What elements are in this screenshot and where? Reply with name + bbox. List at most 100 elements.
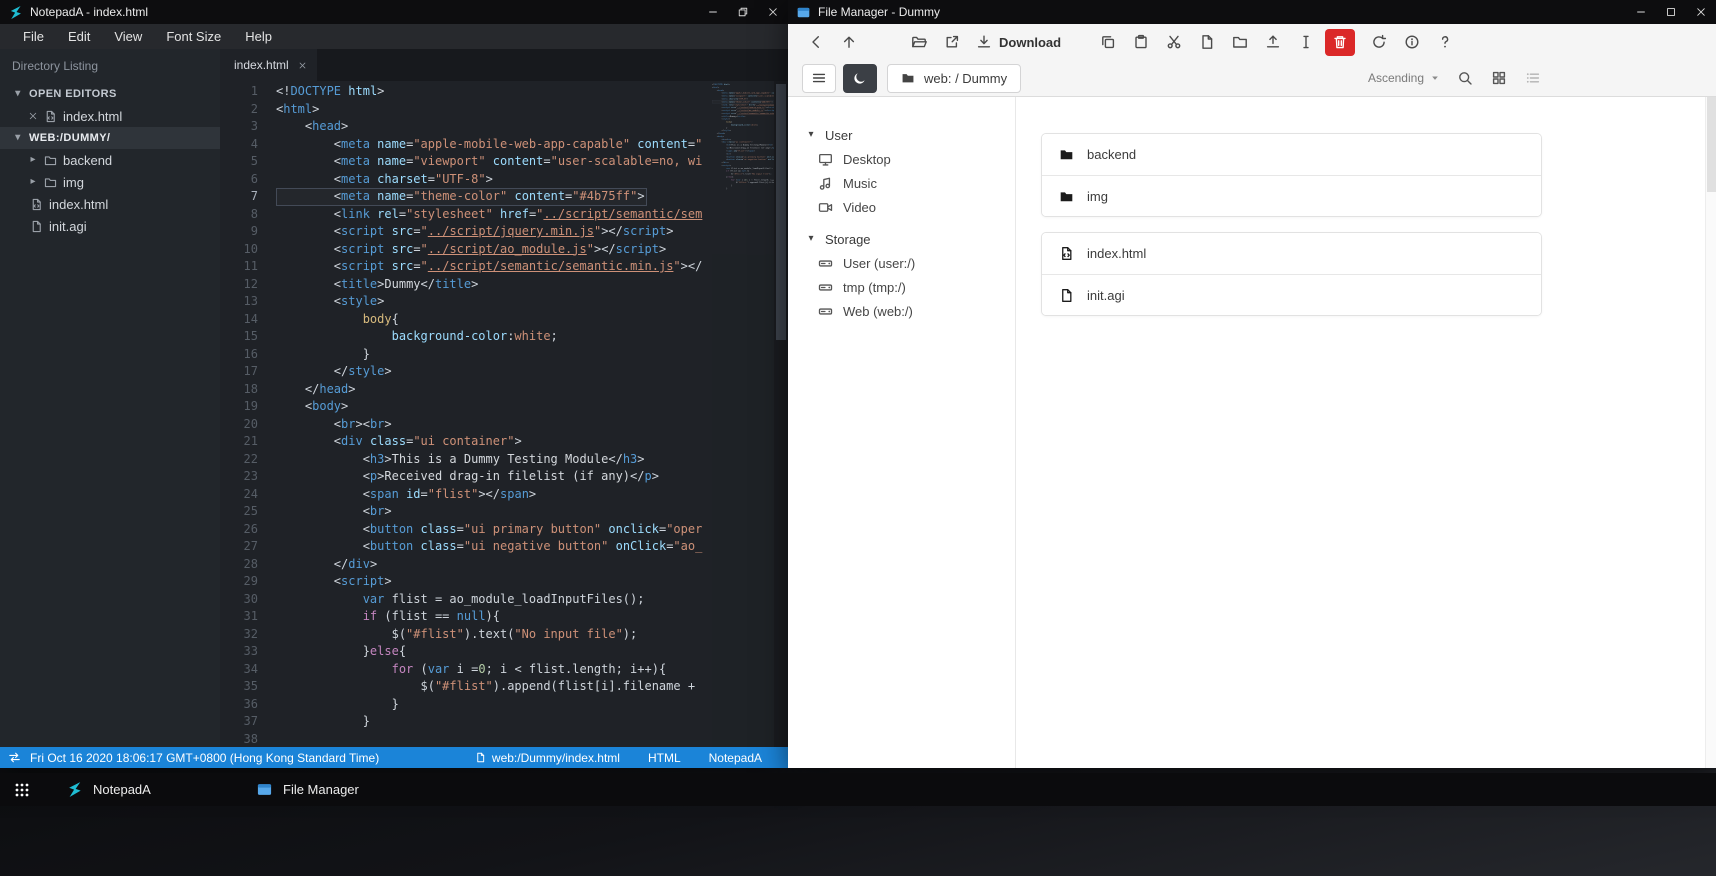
code-line[interactable]: <head>	[276, 118, 712, 136]
breadcrumb[interactable]: web: / Dummy	[887, 63, 1022, 93]
delete-button[interactable]	[1325, 28, 1356, 56]
info-button[interactable]	[1398, 28, 1426, 56]
open-in-new-button[interactable]	[938, 28, 966, 56]
code-line[interactable]: background-color:white;	[276, 328, 712, 346]
sidebar-item-user-user-[interactable]: User (user:/)	[788, 251, 1015, 275]
help-button[interactable]	[1431, 28, 1459, 56]
grid-view-button[interactable]	[1491, 70, 1508, 87]
open-editor-item[interactable]: index.html	[0, 105, 220, 127]
minimize-button[interactable]	[698, 0, 728, 24]
search-button[interactable]	[1457, 70, 1474, 87]
new-file-button[interactable]	[1193, 28, 1221, 56]
taskbar-item-file-manager[interactable]: File Manager	[244, 773, 424, 806]
code-line[interactable]: <link rel="stylesheet" href="../script/s…	[276, 206, 712, 224]
menu-font-size[interactable]: Font Size	[155, 26, 232, 47]
tab-close-icon[interactable]	[298, 61, 307, 70]
file-row-index-html[interactable]: index.html	[1042, 233, 1541, 274]
code-line[interactable]: <meta name="apple-mobile-web-app-capable…	[276, 136, 712, 154]
upload-button[interactable]	[1259, 28, 1287, 56]
code-area[interactable]: 1 2 3 4 5 6 7 8 9 10 11 12 13 14 15 16 17 18 19 20 21 22 23 24 2…	[220, 81, 788, 747]
sort-dropdown[interactable]: Ascending	[1368, 71, 1440, 85]
list-view-button[interactable]	[1525, 70, 1542, 87]
rename-button[interactable]	[1292, 28, 1320, 56]
scrollbar-thumb[interactable]	[776, 84, 786, 340]
code-line[interactable]: }	[276, 696, 712, 714]
editor-scrollbar[interactable]	[774, 81, 788, 747]
download-button[interactable]: Download	[971, 28, 1066, 56]
code-line[interactable]	[276, 731, 712, 748]
code-line[interactable]: <button class="ui negative button" onCli…	[276, 538, 712, 556]
code-line[interactable]: <script>	[276, 573, 712, 591]
tree-item-init-agi[interactable]: init.agi	[0, 215, 220, 237]
code-line[interactable]: }	[276, 346, 712, 364]
statusbar-filepath[interactable]: web:/Dummy/index.html	[475, 751, 620, 765]
file-row-img[interactable]: img	[1042, 175, 1541, 216]
code-line[interactable]: <html>	[276, 101, 712, 119]
code-line[interactable]: $("#flist").text("No input file");	[276, 626, 712, 644]
code-line[interactable]: if (flist == null){	[276, 608, 712, 626]
code-line[interactable]: <script src="../script/semantic/semantic…	[276, 258, 712, 276]
maximize-button[interactable]	[1656, 0, 1686, 24]
code-line[interactable]: <br><br>	[276, 416, 712, 434]
paste-button[interactable]	[1127, 28, 1155, 56]
code-line[interactable]: <h3>This is a Dummy Testing Module</h3>	[276, 451, 712, 469]
code-line[interactable]: <button class="ui primary button" onclic…	[276, 521, 712, 539]
code-line[interactable]: <!DOCTYPE html>	[276, 83, 712, 101]
menu-help[interactable]: Help	[234, 26, 283, 47]
code-line[interactable]: <title>Dummy</title>	[276, 276, 712, 294]
code-line[interactable]: </head>	[276, 381, 712, 399]
close-button[interactable]	[1686, 0, 1716, 24]
minimap[interactable]: <!DOCTYPE html> <html> <head> <meta name=…	[712, 83, 774, 747]
sidebar-item-desktop[interactable]: Desktop	[788, 147, 1015, 171]
code-line[interactable]: <br>	[276, 503, 712, 521]
copy-button[interactable]	[1094, 28, 1122, 56]
statusbar-language[interactable]: HTML	[648, 751, 681, 765]
sidebar-section-user[interactable]: ▾ User	[788, 123, 1015, 147]
code-line[interactable]: <div class="ui container">	[276, 433, 712, 451]
code-line[interactable]	[712, 190, 774, 193]
file-row-backend[interactable]: backend	[1042, 134, 1541, 175]
file-row-init-agi[interactable]: init.agi	[1042, 274, 1541, 315]
sidebar-section-storage[interactable]: ▾ Storage	[788, 227, 1015, 251]
code-line[interactable]: var flist = ao_module_loadInputFiles();	[276, 591, 712, 609]
filemanager-titlebar[interactable]: File Manager - Dummy	[788, 0, 1716, 24]
code-line[interactable]: <meta name="theme-color" content="#4b75f…	[276, 188, 647, 206]
refresh-button[interactable]	[1365, 28, 1393, 56]
code-line[interactable]: $("#flist").append(flist[i].filename +	[276, 678, 712, 696]
code-line[interactable]: <meta name="viewport" content="user-scal…	[276, 153, 712, 171]
code-content[interactable]: <!DOCTYPE html> <html> <head> <meta name=…	[276, 83, 712, 747]
code-line[interactable]: for (var i =0; i < flist.length; i++){	[276, 661, 712, 679]
sidebar-item-web-web-[interactable]: Web (web:/)	[788, 299, 1015, 323]
menu-button[interactable]	[802, 63, 836, 93]
code-line[interactable]: <script src="../script/jquery.min.js"></…	[276, 223, 712, 241]
open-editors-header[interactable]: ▾ OPEN EDITORS	[0, 83, 220, 105]
code-line[interactable]: <body>	[276, 398, 712, 416]
code-line[interactable]: }	[276, 713, 712, 731]
tree-item-backend[interactable]: ▸ backend	[0, 149, 220, 171]
code-line[interactable]: <span id="flist"></span>	[276, 486, 712, 504]
minimize-button[interactable]	[1626, 0, 1656, 24]
new-folder-button[interactable]	[1226, 28, 1254, 56]
tree-item-img[interactable]: ▸ img	[0, 171, 220, 193]
scrollbar-thumb[interactable]	[1707, 97, 1716, 192]
tree-item-index-html[interactable]: index.html	[0, 193, 220, 215]
menu-file[interactable]: File	[12, 26, 55, 47]
filemanager-scrollbar[interactable]	[1705, 97, 1716, 768]
workspace-header[interactable]: ▾ WEB:/DUMMY/	[0, 127, 220, 149]
sync-icon[interactable]	[8, 751, 21, 764]
code-line[interactable]: <script src="../script/ao_module.js"></s…	[276, 241, 712, 259]
tab-index-html[interactable]: index.html	[220, 49, 317, 81]
taskbar-item-notepada[interactable]: NotepadA	[54, 773, 234, 806]
theme-toggle-button[interactable]	[843, 63, 877, 93]
code-line[interactable]: <p>Received drag-in filelist (if any)</p…	[276, 468, 712, 486]
back-button[interactable]	[802, 28, 830, 56]
code-line[interactable]: <style>	[276, 293, 712, 311]
up-button[interactable]	[835, 28, 863, 56]
menu-view[interactable]: View	[103, 26, 153, 47]
notepada-titlebar[interactable]: NotepadA - index.html	[0, 0, 788, 24]
menu-edit[interactable]: Edit	[57, 26, 101, 47]
close-editor-icon[interactable]	[28, 111, 38, 121]
close-button[interactable]	[758, 0, 788, 24]
sidebar-item-tmp-tmp-[interactable]: tmp (tmp:/)	[788, 275, 1015, 299]
sidebar-item-music[interactable]: Music	[788, 171, 1015, 195]
